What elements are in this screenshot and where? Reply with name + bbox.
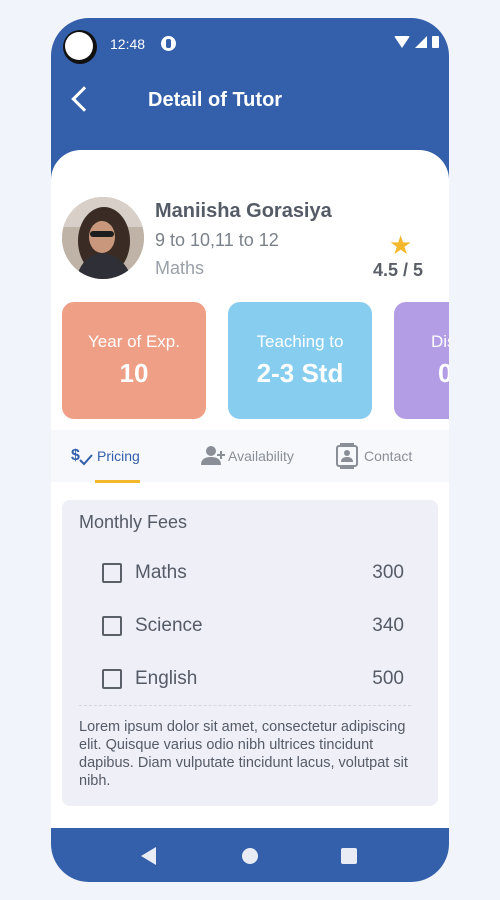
dollar-check-icon: $ (71, 447, 93, 466)
tutor-name: Maniisha Gorasiya (155, 200, 332, 222)
nav-back-icon[interactable] (141, 847, 156, 865)
fee-item[interactable]: Maths 300 (102, 558, 404, 588)
stat-card-dis: Dis 0 (394, 302, 449, 419)
tutor-subject: Maths (155, 258, 205, 278)
content-panel: Maniisha Gorasiya 9 to 10,11 to 12 Maths… (51, 150, 449, 850)
fee-price: 340 (372, 615, 404, 636)
status-time: 12:48 (110, 36, 146, 52)
stat-card-label: Year of Exp. (88, 332, 180, 351)
detail-tabs: $ Pricing Availability Contact (51, 430, 449, 482)
camera-cutout (63, 30, 97, 64)
tab-availability[interactable]: Availability (201, 430, 294, 482)
page-title: Detail of Tutor (148, 89, 283, 111)
star-icon: ★ (389, 230, 413, 260)
fee-price: 500 (372, 668, 404, 689)
signal-icon (415, 36, 427, 48)
system-nav-bar (51, 828, 449, 882)
nav-home-icon[interactable] (242, 848, 258, 864)
wifi-icon (394, 36, 410, 48)
nav-recents-icon[interactable] (341, 848, 357, 864)
status-bar: 12:48 (51, 18, 449, 70)
tab-label: Pricing (97, 448, 140, 464)
app-notification-icon (161, 36, 176, 51)
stat-card-experience: Year of Exp. 10 (62, 302, 206, 419)
monthly-fees-card: Monthly Fees Maths 300 Science 340 Engli… (62, 500, 438, 806)
stat-card-value: 10 (119, 358, 149, 388)
avatar (62, 197, 144, 279)
battery-icon (432, 36, 439, 48)
stats-cards[interactable]: Year of Exp. 10 Teaching to 2-3 Std Dis … (51, 302, 449, 420)
fee-subject: English (135, 668, 198, 689)
tab-label: Availability (228, 448, 294, 464)
fee-item[interactable]: English 500 (102, 664, 404, 694)
fee-checkbox[interactable] (102, 563, 122, 583)
fees-description: Lorem ipsum dolor sit amet, consectetur … (79, 719, 408, 789)
stat-card-value: 0 (438, 358, 449, 388)
fee-price: 300 (372, 562, 404, 583)
fee-checkbox[interactable] (102, 669, 122, 689)
tab-pricing[interactable]: $ Pricing (71, 430, 140, 482)
fee-subject: Maths (135, 562, 187, 583)
tab-label: Contact (364, 448, 413, 464)
stat-card-label: Dis (431, 332, 449, 351)
stat-card-value: 2-3 Std (256, 358, 344, 388)
active-tab-indicator (95, 480, 140, 483)
stat-card-teaching: Teaching to 2-3 Std (228, 302, 372, 419)
contact-card-icon (336, 443, 358, 469)
svg-text:$: $ (71, 447, 80, 464)
system-icons (394, 36, 439, 48)
phone-frame: 12:48 Detail of Tutor Maniisha Gorasiya … (51, 18, 449, 882)
stat-card-label: Teaching to (256, 332, 344, 351)
avatar-photo (62, 197, 144, 279)
fee-subject: Science (135, 615, 203, 636)
tab-contact[interactable]: Contact (336, 430, 412, 482)
tutor-rating: 4.5 / 5 (373, 260, 424, 280)
chevron-left-icon[interactable] (71, 86, 97, 112)
fees-title: Monthly Fees (79, 512, 188, 532)
fee-item[interactable]: Science 340 (102, 611, 404, 641)
tutor-profile: Maniisha Gorasiya 9 to 10,11 to 12 Maths… (51, 150, 449, 300)
user-add-icon (201, 446, 225, 465)
fee-checkbox[interactable] (102, 616, 122, 636)
back-button[interactable] (65, 84, 101, 120)
tutor-grades: 9 to 10,11 to 12 (155, 230, 279, 250)
divider (79, 705, 411, 706)
